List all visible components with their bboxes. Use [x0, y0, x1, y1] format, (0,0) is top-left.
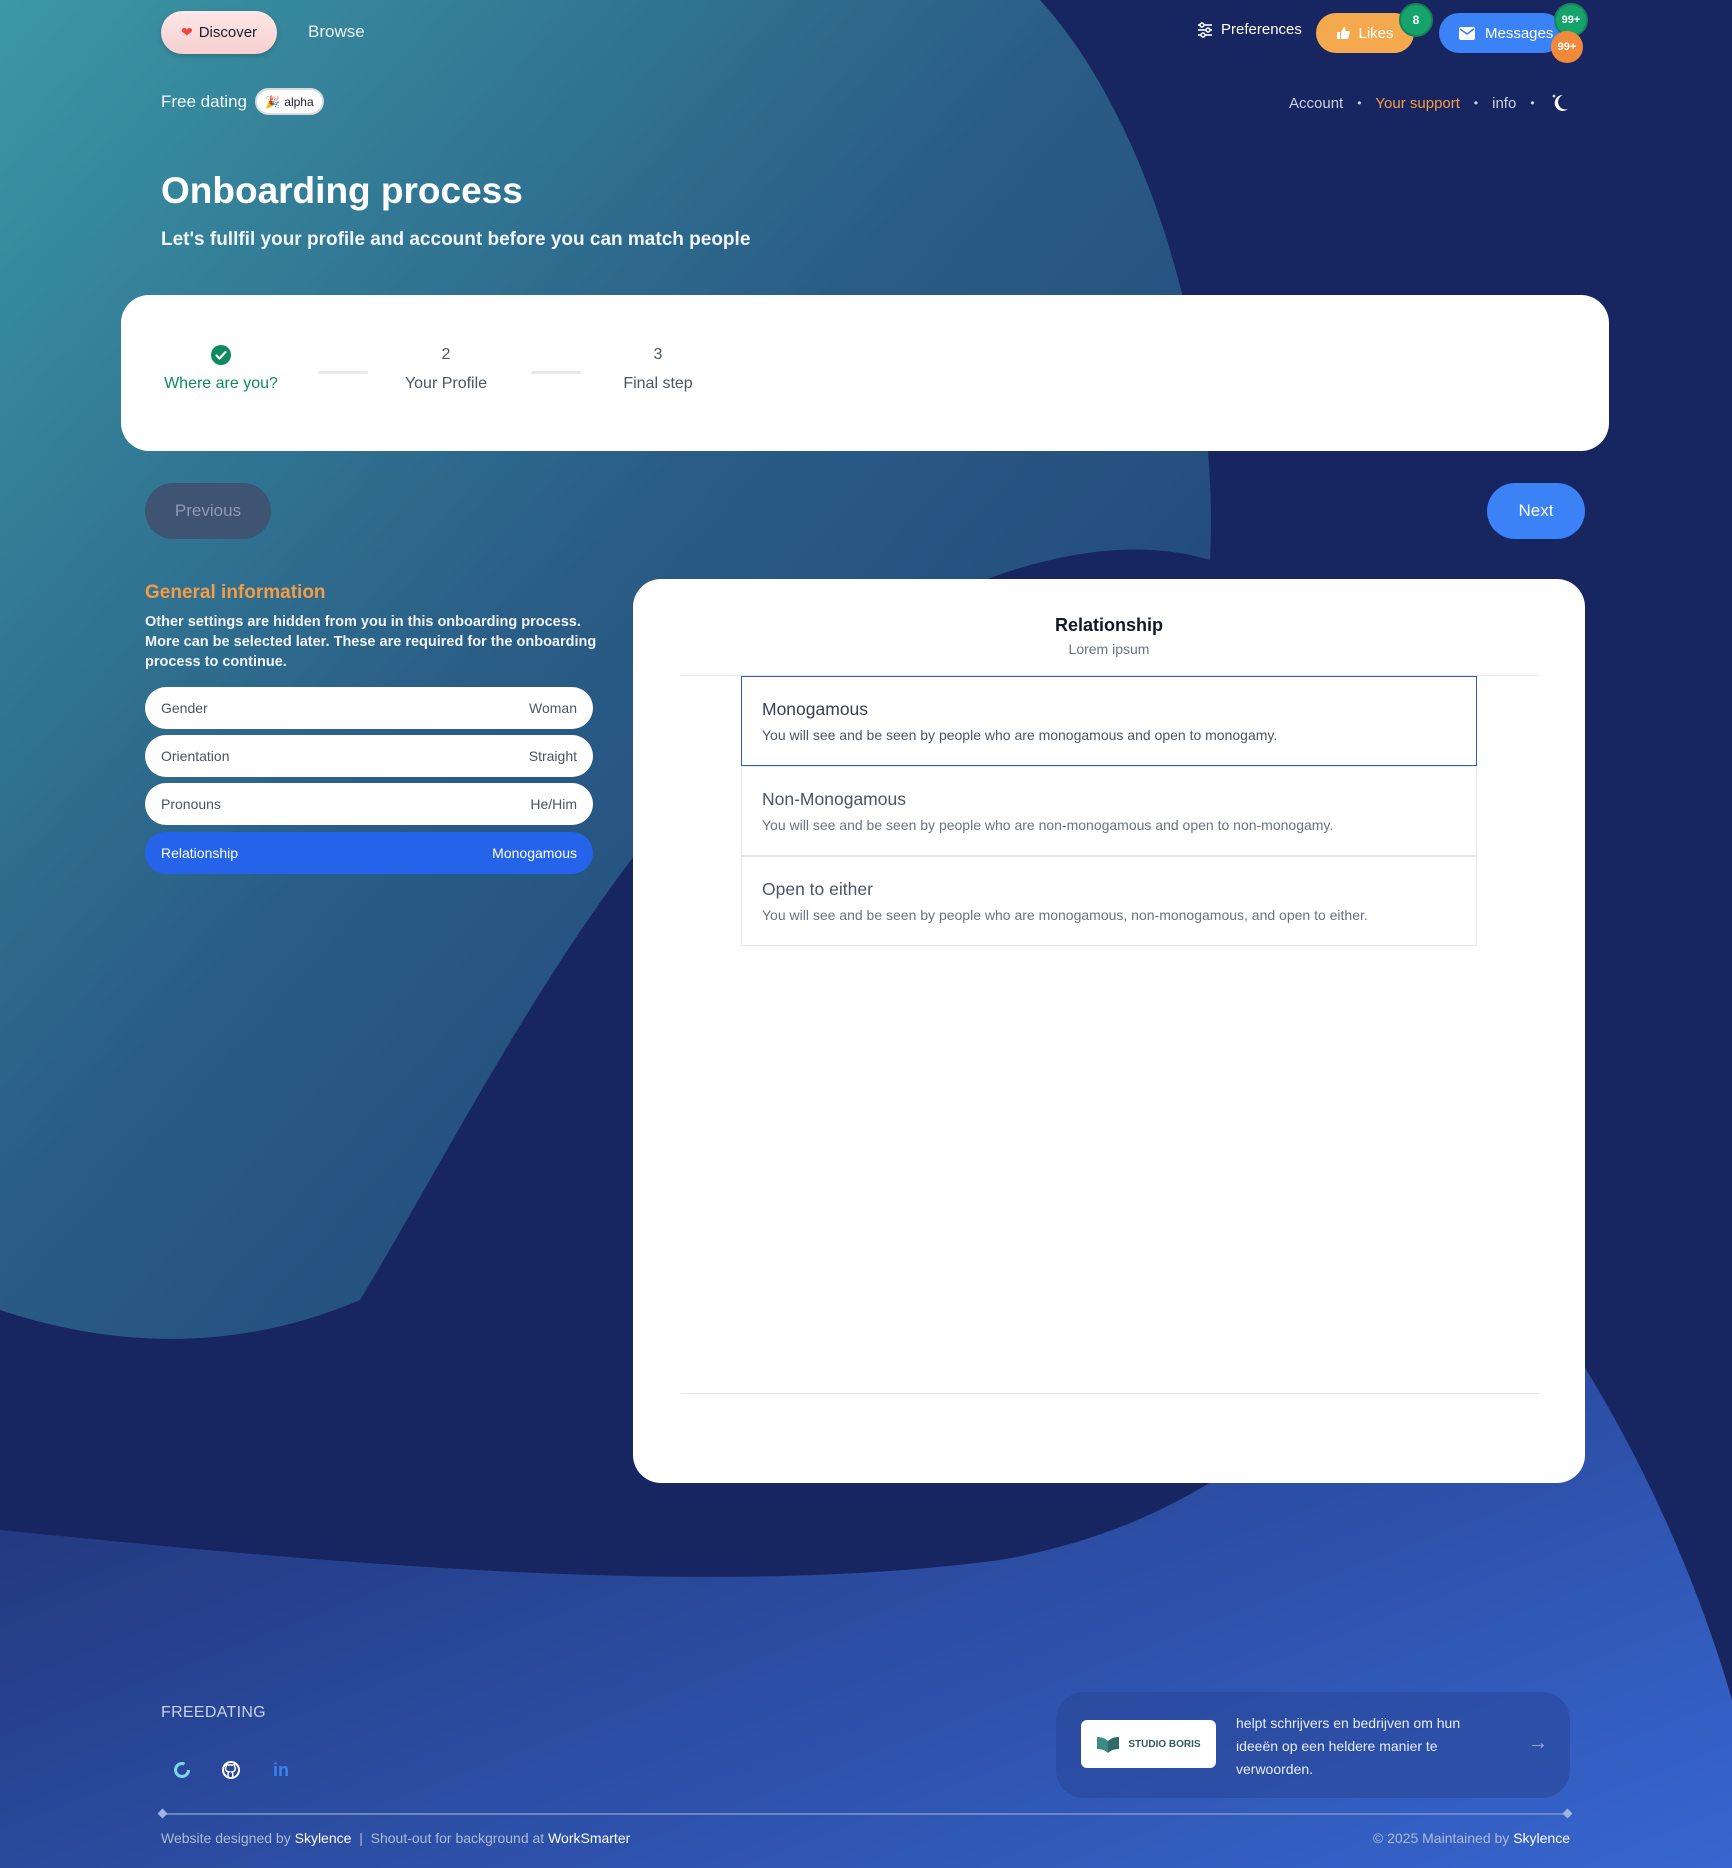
account-link[interactable]: Account: [1289, 95, 1343, 112]
heart-icon: ❤: [180, 24, 193, 40]
likes-count-badge: 8: [1399, 3, 1433, 37]
divider: [681, 1393, 1539, 1394]
github-icon[interactable]: [219, 1758, 243, 1782]
step-number: 2: [441, 346, 451, 363]
credits-prefix: Website designed by: [161, 1830, 291, 1846]
separator-dot: •: [1357, 96, 1362, 110]
step-label: Where are you?: [164, 375, 278, 392]
setting-row-gender[interactable]: Gender Woman: [145, 687, 593, 729]
designer-link[interactable]: Skylence: [295, 1830, 352, 1846]
next-button[interactable]: Next: [1487, 483, 1585, 539]
setting-label: Pronouns: [161, 796, 221, 812]
messages-button[interactable]: Messages: [1439, 13, 1563, 53]
relationship-title: Relationship: [1054, 615, 1163, 635]
setting-row-pronouns[interactable]: Pronouns He/Him: [145, 783, 593, 825]
top-links: Account • Your support • info •: [1289, 92, 1571, 114]
setting-value: Monogamous: [492, 845, 577, 861]
sliders-icon: [1198, 21, 1212, 38]
credits-separator: |: [359, 1830, 363, 1846]
setting-value: Straight: [528, 748, 577, 764]
relationship-subtitle: Lorem ipsum: [1068, 641, 1150, 657]
separator-dot: •: [1530, 96, 1535, 110]
maintainer-link[interactable]: Skylence: [1513, 1830, 1570, 1846]
general-info-description: Other settings are hidden from you in th…: [145, 614, 597, 670]
setting-row-orientation[interactable]: Orientation Straight: [145, 735, 593, 777]
copyright-prefix: © 2025 Maintained by: [1372, 1830, 1510, 1846]
alpha-label: alpha: [284, 94, 314, 109]
setting-value: He/Him: [530, 796, 577, 812]
option-description: You will see and be seen by people who a…: [762, 817, 1334, 833]
step-final[interactable]: 3 Final step: [603, 343, 713, 393]
preferences-button[interactable]: Preferences: [1197, 21, 1302, 38]
studio-boris-promo[interactable]: STUDIO BORIS helpt schrijvers en bedrijv…: [1056, 1692, 1570, 1798]
ring-logo-icon[interactable]: [170, 1758, 194, 1782]
setting-label: Relationship: [161, 845, 239, 861]
messages-label: Messages: [1485, 24, 1554, 42]
check-circle-icon: [211, 345, 231, 365]
book-icon: [1097, 1737, 1120, 1753]
likes-label: Likes: [1358, 24, 1394, 42]
mail-icon: [1459, 26, 1475, 40]
discover-label: Discover: [198, 24, 258, 41]
option-non-monogamous[interactable]: Non-Monogamous You will see and be seen …: [741, 766, 1477, 856]
alpha-badge: 🎉 alpha: [255, 88, 324, 115]
workSmarter-link[interactable]: WorkSmarter: [548, 1830, 630, 1846]
previous-button[interactable]: Previous: [145, 483, 271, 539]
onboarding-stepper: Where are you? 2 Your Profile 3 Final st…: [121, 295, 1609, 451]
studio-boris-logo-text: STUDIO BORIS: [1128, 1738, 1201, 1750]
credits-bg-prefix: Shout-out for background at: [370, 1830, 545, 1846]
footer-copyright: © 2025 Maintained by Skylence: [1373, 1830, 1570, 1846]
step-connector: [318, 371, 368, 374]
option-title: Non-Monogamous: [762, 789, 906, 809]
your-support-link[interactable]: Your support: [1375, 95, 1460, 112]
separator-dot: •: [1473, 96, 1479, 110]
promo-text: helpt schrijvers en bedrijven om hun ide…: [1236, 1715, 1461, 1777]
setting-label: Gender: [161, 700, 208, 716]
moon-icon[interactable]: [1549, 92, 1571, 114]
studio-boris-logo: STUDIO BORIS: [1081, 1720, 1216, 1768]
discover-button[interactable]: ❤ Discover: [161, 11, 277, 54]
option-monogamous[interactable]: Monogamous You will see and be seen by p…: [741, 676, 1477, 766]
linkedin-icon[interactable]: in: [269, 1758, 293, 1782]
option-open-to-either[interactable]: Open to either You will see and be seen …: [741, 856, 1477, 946]
step-label: Final step: [623, 375, 693, 392]
step-label: Your Profile: [404, 375, 488, 392]
step-your-profile[interactable]: 2 Your Profile: [391, 343, 501, 393]
arrow-right-icon[interactable]: →: [1528, 1732, 1548, 1755]
info-link[interactable]: info: [1492, 95, 1516, 112]
relationship-card: Relationship Lorem ipsum Monogamous You …: [633, 579, 1585, 1483]
brand-name: Free dating: [161, 92, 247, 111]
step-number: 3: [653, 346, 663, 363]
step-where-are-you[interactable]: Where are you?: [161, 343, 281, 393]
step-connector: [531, 371, 581, 374]
general-info-title: General information: [145, 582, 326, 603]
footer-credits: Website designed by Skylence | Shout-out…: [161, 1830, 630, 1846]
setting-row-relationship[interactable]: Relationship Monogamous: [145, 832, 593, 874]
party-popper-icon: 🎉: [265, 94, 281, 109]
page-subtitle: Let's fullfil your profile and account b…: [161, 229, 751, 250]
option-title: Monogamous: [762, 699, 869, 719]
option-description: You will see and be seen by people who a…: [762, 727, 1278, 743]
page-title: Onboarding process: [161, 170, 523, 211]
footer-brand: FREEDATING: [161, 1704, 266, 1721]
setting-label: Orientation: [161, 748, 230, 764]
option-title: Open to either: [762, 879, 873, 899]
preferences-label: Preferences: [1221, 21, 1302, 38]
thumbs-up-icon: [1337, 27, 1351, 39]
footer-divider: [161, 1813, 1569, 1815]
messages-unread-badge: 99+: [1551, 31, 1583, 63]
browse-link[interactable]: Browse: [308, 22, 365, 42]
setting-value: Woman: [529, 700, 577, 716]
option-description: You will see and be seen by people who a…: [762, 907, 1368, 923]
